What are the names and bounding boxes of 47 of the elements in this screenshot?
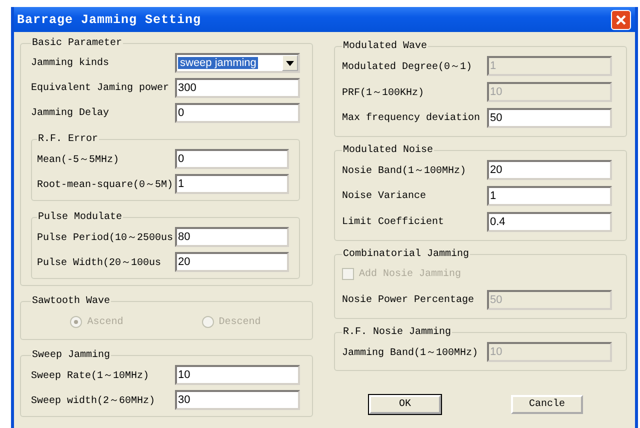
field-label: Equivalent Jaming power (31, 82, 170, 94)
field-label: Sweep width(2～60MHz) (31, 394, 156, 407)
group-title: Sawtooth Wave (31, 296, 112, 307)
input-field[interactable]: 1 (175, 174, 289, 194)
field-label: Pulse Width(20～100us (37, 256, 162, 269)
input-field[interactable]: 1 (487, 186, 612, 206)
input-field[interactable]: 20 (487, 160, 612, 180)
input-field[interactable]: 80 (175, 227, 289, 247)
input-field[interactable]: 20 (175, 252, 289, 272)
radio-label: Descend (218, 316, 261, 328)
group-title: Pulse Modulate (37, 212, 124, 223)
field-label: Nosie Band(1～100MHz) (342, 164, 466, 177)
input-field[interactable]: 50 (487, 108, 612, 128)
group-title: R.F. Error (37, 134, 100, 145)
input-field[interactable]: 0 (175, 149, 289, 169)
close-button[interactable] (611, 10, 631, 30)
dialog-button[interactable]: Cancle (511, 395, 583, 414)
checkbox-label: Add Nosie Jamming (359, 268, 462, 280)
group-title: Basic Parameter (31, 38, 124, 49)
field-label: Sweep Rate(1～10MHz) (31, 370, 150, 382)
field-label: Nosie Power Percentage (342, 294, 474, 306)
input-field[interactable]: 0 (175, 103, 300, 123)
window-title: Barrage Jamming Setting (17, 12, 202, 26)
radio-label: Ascend (87, 316, 124, 328)
input-field[interactable]: 10 (175, 365, 300, 385)
field-label: Noise Variance (342, 190, 426, 202)
dropdown[interactable]: sweep jamming (175, 53, 300, 73)
group-title: Modulated Wave (342, 41, 428, 52)
dialog-button[interactable]: OK (369, 395, 441, 414)
field-label: Jamming kinds (31, 58, 110, 68)
group-title: Combinatorial Jamming (342, 249, 470, 260)
field-label: Jamming Band(1～100MHz) (342, 346, 478, 359)
field-label: Mean(-5～5MHz) (37, 154, 120, 166)
group-title: Sweep Jamming (31, 350, 112, 361)
close-icon (615, 14, 627, 26)
field-label: Max frequency deviation (342, 112, 480, 124)
field-label: Pulse Period(10～2500us (37, 232, 174, 244)
field-label: PRF(1～100KHz) (342, 86, 424, 99)
group-title: Modulated Noise (342, 145, 434, 156)
field-label: Jamming Delay (31, 108, 110, 118)
field-label: Root-mean-square(0～5M) (37, 178, 174, 191)
input-field[interactable]: 300 (175, 78, 300, 98)
field-label: Modulated Degree(0～1) (342, 60, 472, 73)
group-title: R.F. Nosie Jamming (342, 327, 452, 338)
input-field[interactable]: 0.4 (487, 212, 612, 232)
field-label: Limit Coefficient (342, 216, 444, 228)
input-field[interactable]: 30 (175, 390, 300, 410)
